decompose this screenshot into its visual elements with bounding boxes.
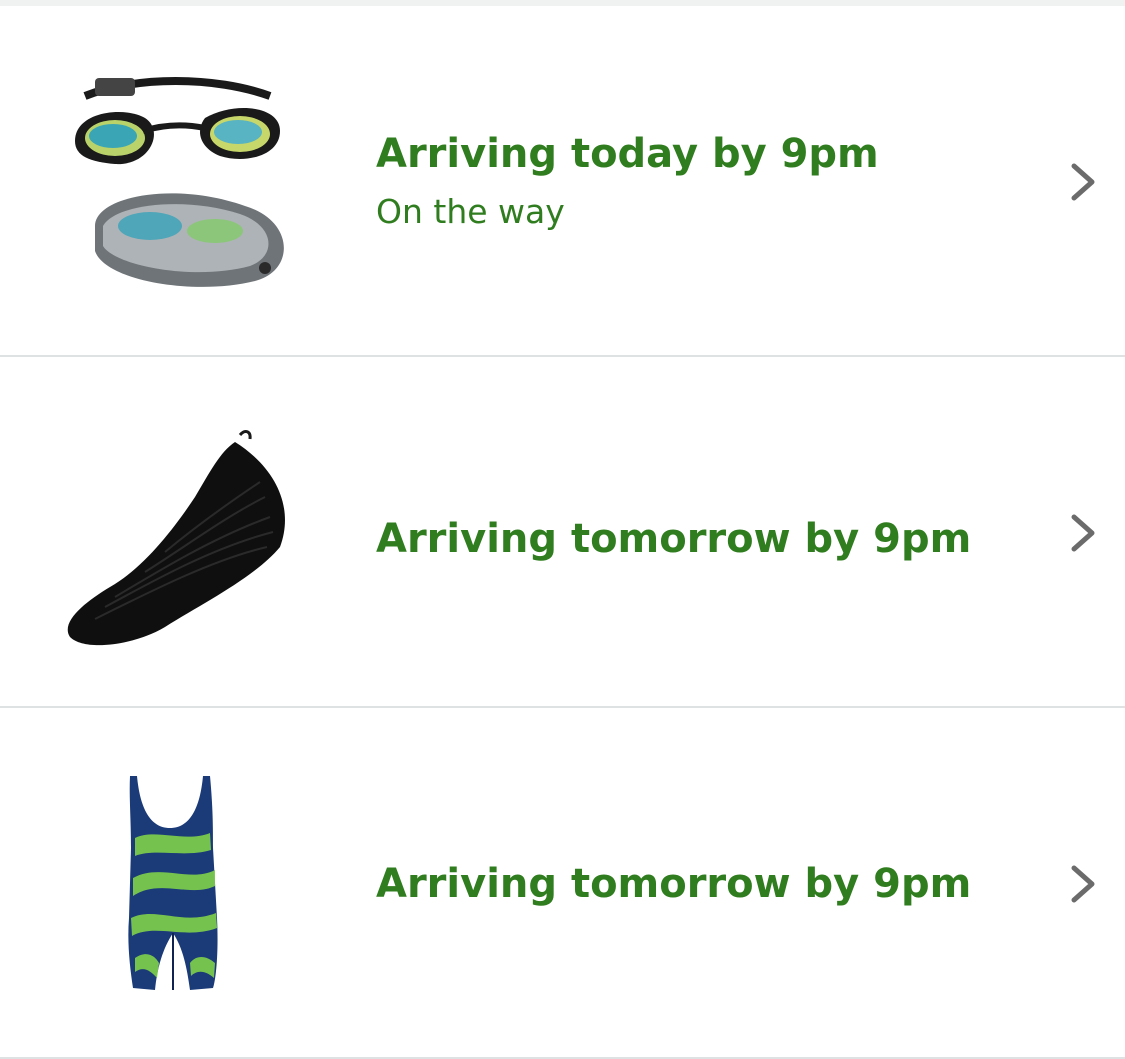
- swim-goggles-image[interactable]: [55, 56, 305, 306]
- delivery-text: Arriving today by 9pm On the way: [376, 130, 1005, 234]
- delivery-item-water-shoe[interactable]: Arriving tomorrow by 9pm: [0, 357, 1125, 708]
- chevron-right-icon[interactable]: [1066, 511, 1100, 555]
- swimsuit-image[interactable]: [55, 758, 305, 1008]
- delivery-status: On the way: [376, 192, 565, 231]
- delivery-text: Arriving tomorrow by 9pm: [376, 515, 1005, 563]
- delivery-title: Arriving tomorrow by 9pm: [376, 861, 972, 907]
- delivery-text: Arriving tomorrow by 9pm: [376, 860, 1005, 908]
- delivery-item-goggles[interactable]: Arriving today by 9pm On the way: [0, 6, 1125, 357]
- delivery-title: Arriving tomorrow by 9pm: [376, 516, 972, 562]
- chevron-right-icon[interactable]: [1066, 862, 1100, 906]
- delivery-list: Arriving today by 9pm On the way Arrivin…: [0, 6, 1125, 1059]
- delivery-title: Arriving today by 9pm: [376, 131, 879, 177]
- water-shoe-image[interactable]: [55, 407, 305, 657]
- chevron-right-icon[interactable]: [1066, 160, 1100, 204]
- delivery-item-swimsuit[interactable]: Arriving tomorrow by 9pm: [0, 708, 1125, 1059]
